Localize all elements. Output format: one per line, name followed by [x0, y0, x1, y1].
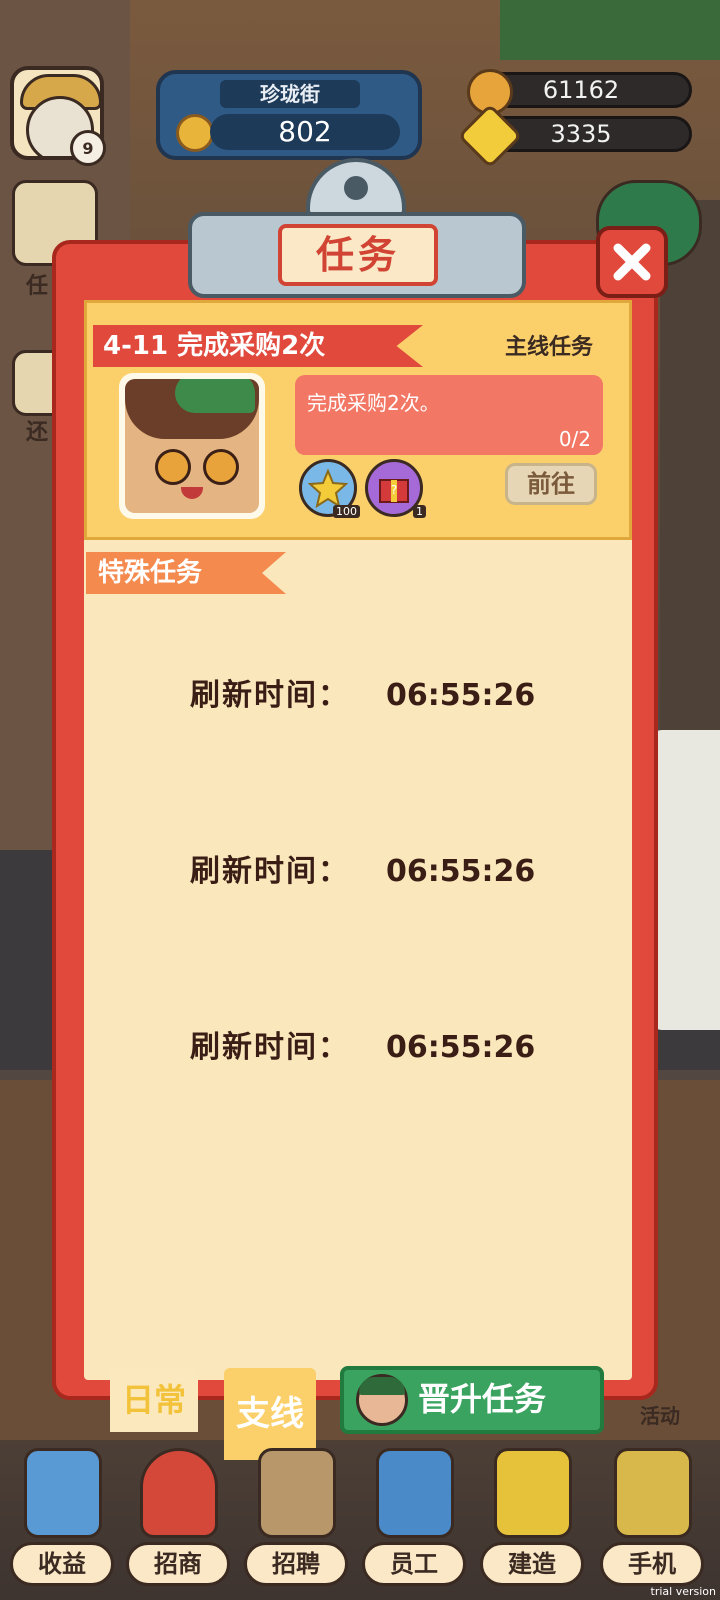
- gift-reward-count: 1: [413, 505, 426, 518]
- nav-phone-label: 手机: [600, 1542, 704, 1586]
- refresh-label: 刷新时间：: [190, 678, 350, 713]
- refresh-time: 06:55:26: [386, 678, 536, 713]
- npc-eye: [203, 449, 239, 485]
- go-button[interactable]: 前往: [505, 463, 597, 505]
- tab-promotion[interactable]: 晋升任务: [340, 1366, 604, 1434]
- main-task-ribbon: 4-11 完成采购2次: [93, 325, 423, 367]
- npc-portrait: [119, 373, 265, 519]
- main-task-card: 4-11 完成采购2次 主线任务 完成采购2次。 0/2 100 ? 1 前往: [84, 300, 632, 540]
- left-side-label-1: 任: [26, 274, 49, 299]
- player-level-badge: 9: [70, 130, 106, 166]
- coin-balance[interactable]: 61162: [467, 69, 692, 115]
- close-button[interactable]: [596, 226, 668, 298]
- street-info-panel[interactable]: 珍珑街 802: [156, 70, 422, 160]
- nav-income-label: 收益: [10, 1542, 114, 1586]
- bottom-navigation: 收益 招商 招聘 员工 建造 手机: [0, 1430, 720, 1600]
- star-reward-count: 100: [333, 505, 360, 518]
- activity-label[interactable]: 活动: [640, 1400, 680, 1429]
- task-description-bubble: 完成采购2次。 0/2: [295, 375, 603, 455]
- medal-icon: [176, 114, 214, 152]
- street-value: 802: [210, 114, 400, 150]
- refresh-label: 刷新时间：: [190, 854, 350, 889]
- clip-body: 任务: [188, 212, 526, 298]
- tab-daily[interactable]: 日常: [110, 1368, 198, 1432]
- leaf-icon: [175, 379, 255, 413]
- special-tasks-header: 特殊任务: [86, 552, 286, 594]
- nav-build[interactable]: 建造: [476, 1430, 586, 1600]
- newspaper-icon: [258, 1448, 336, 1538]
- phone-icon: [614, 1448, 692, 1538]
- nav-recruit-label: 招聘: [244, 1542, 348, 1586]
- refresh-timer-row: 刷新时间： 06:55:26: [190, 852, 550, 892]
- star-reward-icon[interactable]: 100: [299, 459, 360, 518]
- street-name: 珍珑街: [220, 80, 360, 108]
- nav-build-label: 建造: [480, 1542, 584, 1586]
- trial-watermark: trial version: [650, 1585, 716, 1598]
- task-progress: 0/2: [558, 427, 591, 451]
- close-icon: [613, 243, 651, 281]
- nav-phone[interactable]: 手机: [596, 1430, 706, 1600]
- nav-investment-label: 招商: [126, 1542, 230, 1586]
- refresh-time: 06:55:26: [386, 854, 536, 889]
- refresh-time: 06:55:26: [386, 1030, 536, 1065]
- modal-title: 任务: [278, 224, 438, 286]
- main-task-type: 主线任务: [505, 335, 594, 360]
- clipboard-clip: 任务: [188, 158, 526, 298]
- nav-recruit[interactable]: 招聘: [240, 1430, 350, 1600]
- tab-promotion-label: 晋升任务: [418, 1380, 547, 1418]
- top-status-bar: 9 珍珑街 802 61162 3335: [0, 0, 720, 170]
- refresh-label: 刷新时间：: [190, 1030, 350, 1065]
- left-side-label-2: 还: [26, 420, 49, 445]
- promotion-avatar-icon: [356, 1374, 408, 1426]
- lucky-bag-icon: [140, 1448, 218, 1538]
- coin-amount: 61162: [542, 76, 620, 104]
- employee-card-icon: [376, 1448, 454, 1538]
- building-icon: [494, 1448, 572, 1538]
- cash-register-icon: [24, 1448, 102, 1538]
- clip-ring: [306, 158, 406, 218]
- task-description: 完成采购2次。: [307, 391, 440, 415]
- mystery-gift-box-icon[interactable]: ? 1: [365, 459, 426, 518]
- star-balance[interactable]: 3335: [457, 103, 692, 169]
- svg-text:?: ?: [391, 483, 397, 497]
- nav-investment[interactable]: 招商: [122, 1430, 232, 1600]
- npc-eye: [155, 449, 191, 485]
- star-amount: 3335: [550, 120, 612, 148]
- nav-staff[interactable]: 员工: [358, 1430, 468, 1600]
- nav-staff-label: 员工: [362, 1542, 466, 1586]
- nav-income[interactable]: 收益: [6, 1430, 116, 1600]
- refresh-timer-row: 刷新时间： 06:55:26: [190, 1028, 550, 1068]
- refresh-timer-row: 刷新时间： 06:55:26: [190, 676, 550, 716]
